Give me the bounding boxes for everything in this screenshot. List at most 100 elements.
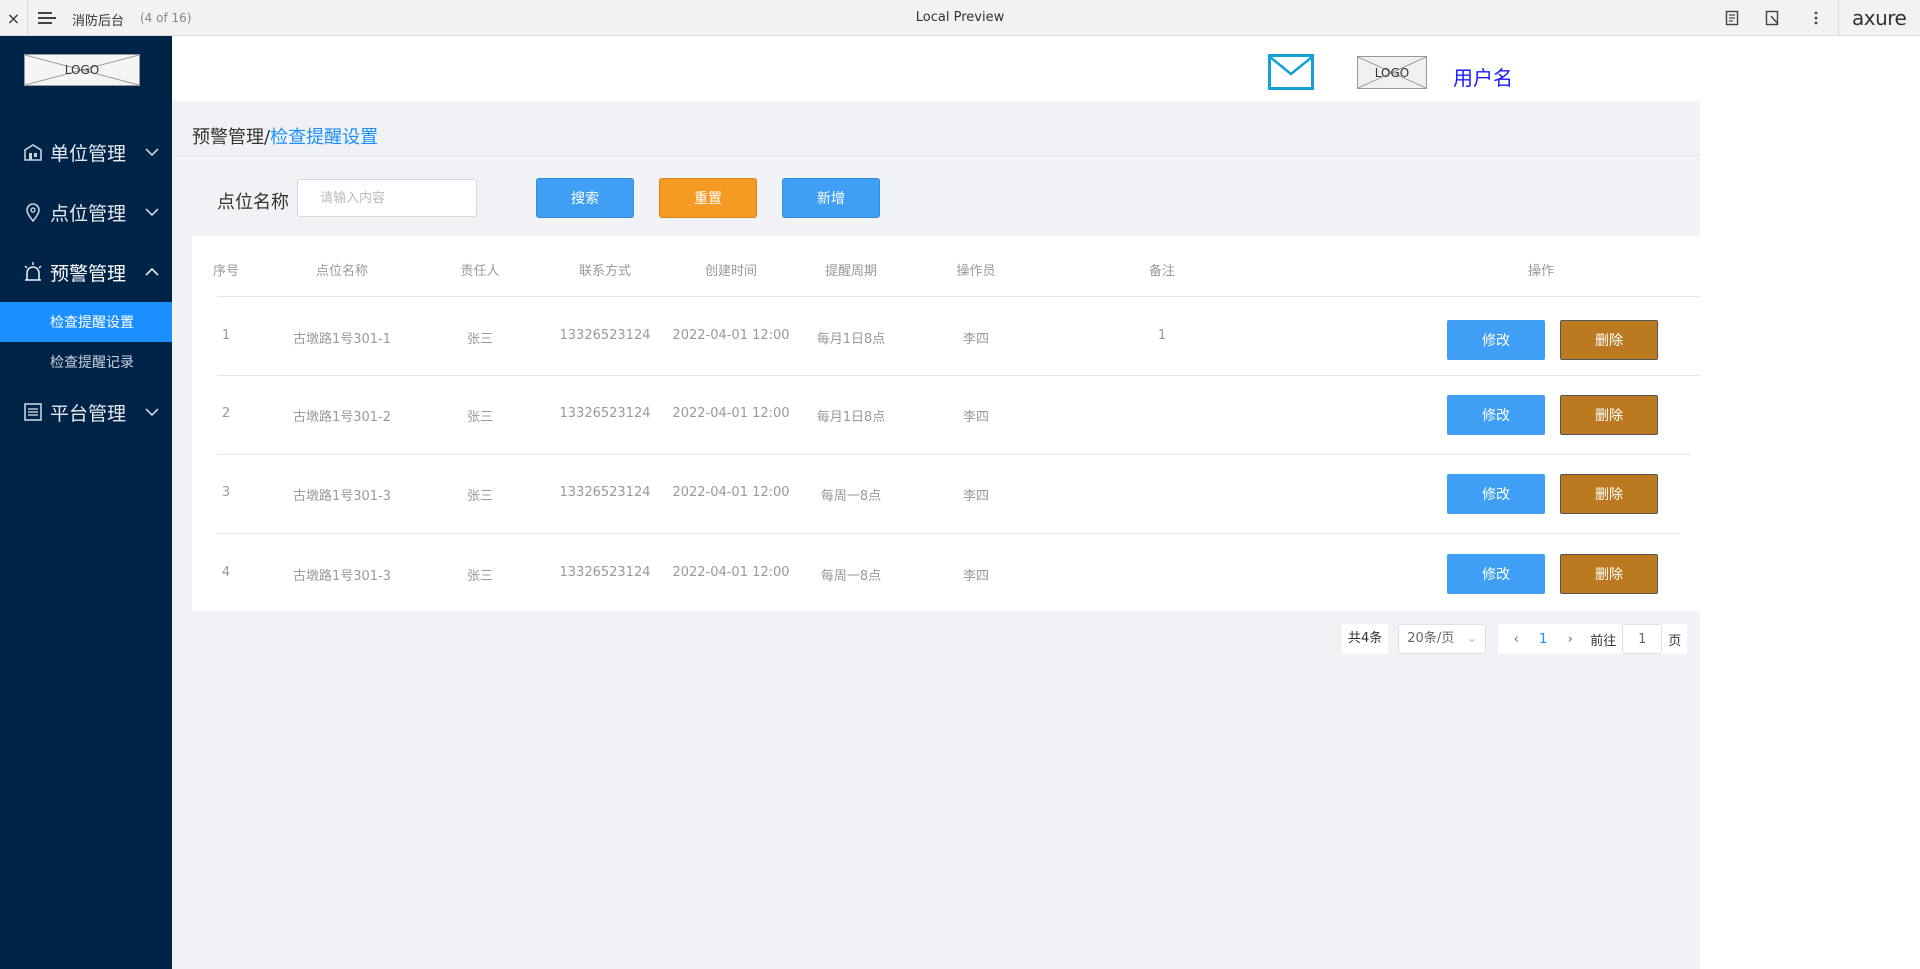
cell-operator: 李四	[962, 569, 990, 584]
cell-owner: 张三	[466, 332, 494, 347]
column-header: 点位名称	[315, 264, 369, 279]
search-button[interactable]: 搜索	[536, 178, 634, 218]
cell-operator: 李四	[962, 410, 990, 425]
alarm-icon	[24, 262, 42, 281]
cell-created: 2022-04-01 12:00	[672, 485, 790, 500]
logo-text: LOGO	[64, 63, 100, 77]
next-page-button[interactable]: ›	[1558, 632, 1582, 647]
cell-operator: 李四	[962, 489, 990, 504]
cell-point-name: 古墩路1号301-3	[292, 569, 392, 584]
cell-created: 2022-04-01 12:00	[672, 565, 790, 580]
column-header: 责任人	[460, 264, 500, 279]
cell-owner: 张三	[466, 489, 494, 504]
cell-owner: 张三	[466, 569, 494, 584]
chevron-down-icon: ⌄	[1466, 631, 1478, 646]
axure-logo: axure	[1852, 6, 1907, 30]
sidebar-item-warning-management[interactable]: 预警管理	[0, 252, 172, 292]
cell-contact: 13326523124	[559, 485, 651, 500]
column-header: 序号	[212, 264, 240, 279]
page-number-current[interactable]: 1	[1528, 632, 1558, 647]
goto-page-input[interactable]	[1622, 624, 1663, 654]
data-table: 序号 点位名称 责任人 联系方式 创建时间 提醒周期 操作员 备注 操作 1 古…	[192, 236, 1700, 611]
chevron-up-icon	[145, 267, 159, 276]
breadcrumb-parent[interactable]: 预警管理	[192, 127, 264, 148]
cell-cycle: 每月1日8点	[816, 332, 886, 347]
page-size-select[interactable]: 20条/页 ⌄	[1398, 624, 1487, 654]
table-row: 2 古墩路1号301-2 张三 13326523124 2022-04-01 1…	[192, 375, 1700, 453]
list-icon	[24, 403, 42, 421]
sidebar-subitem-label: 检查提醒设置	[50, 315, 134, 331]
delete-button[interactable]: 删除	[1560, 395, 1658, 435]
cell-remark: 1	[1157, 328, 1167, 343]
sidebar-item-label: 单位管理	[50, 142, 127, 165]
cell-owner: 张三	[466, 410, 494, 425]
page-count: (4 of 16)	[140, 11, 192, 25]
breadcrumb-current: 检查提醒设置	[270, 127, 379, 148]
sidebar-item-label: 预警管理	[50, 262, 127, 285]
location-pin-icon	[26, 203, 40, 223]
sidebar: LOGO 单位管理 点位管理 预警管理 检查提醒设置 检查提醒记录 平台管理	[0, 36, 172, 969]
delete-button[interactable]: 删除	[1560, 554, 1658, 594]
logo-text: LOGO	[1374, 65, 1410, 80]
username-link[interactable]: 用户名	[1453, 62, 1513, 91]
cell-created: 2022-04-01 12:00	[672, 328, 790, 343]
user-logo: LOGO	[1357, 56, 1427, 89]
mail-icon[interactable]	[1268, 54, 1314, 90]
cell-index: 4	[221, 565, 231, 580]
add-button[interactable]: 新增	[782, 178, 880, 218]
delete-button[interactable]: 删除	[1560, 320, 1658, 360]
inspect-icon[interactable]	[1763, 8, 1783, 28]
building-icon	[24, 144, 42, 161]
column-header: 操作	[1527, 264, 1555, 279]
column-header: 创建时间	[704, 264, 758, 279]
page-navigator: ‹ 1 › 前往 页	[1498, 624, 1688, 654]
project-name: 消防后台	[72, 14, 125, 29]
cell-index: 3	[221, 485, 231, 500]
chevron-down-icon	[145, 408, 159, 417]
cell-cycle: 每月1日8点	[816, 410, 886, 425]
cell-contact: 13326523124	[559, 328, 651, 343]
sidebar-logo: LOGO	[24, 54, 140, 86]
chevron-down-icon	[145, 148, 159, 157]
column-header: 提醒周期	[824, 264, 878, 279]
pagination: 共4条 20条/页 ⌄ ‹ 1 › 前往 页	[1342, 624, 1688, 654]
edit-button[interactable]: 修改	[1447, 474, 1545, 514]
point-name-input[interactable]	[297, 179, 477, 217]
sidebar-item-label: 平台管理	[50, 402, 127, 425]
pagination-total: 共4条	[1342, 624, 1389, 654]
sidebar-item-point-management[interactable]: 点位管理	[0, 192, 172, 232]
breadcrumb: 预警管理/检查提醒设置	[192, 123, 378, 149]
prev-page-button[interactable]: ‹	[1504, 632, 1528, 647]
close-button[interactable]: ×	[0, 0, 28, 36]
sidebar-item-unit-management[interactable]: 单位管理	[0, 132, 172, 172]
edit-button[interactable]: 修改	[1447, 320, 1545, 360]
edit-button[interactable]: 修改	[1447, 395, 1545, 435]
table-row: 1 古墩路1号301-1 张三 13326523124 2022-04-01 1…	[192, 296, 1700, 374]
close-icon: ×	[6, 8, 21, 28]
sidebar-item-label: 点位管理	[50, 202, 127, 225]
more-options-icon[interactable]	[1806, 8, 1826, 28]
goto-label: 前往	[1590, 633, 1617, 649]
notes-icon[interactable]	[1722, 8, 1742, 28]
preview-toolbar: × 消防后台 (4 of 16) Local Preview axure	[0, 0, 1920, 36]
table-row: 3 古墩路1号301-3 张三 13326523124 2022-04-01 1…	[192, 454, 1700, 532]
column-header: 备注	[1148, 264, 1176, 279]
edit-button[interactable]: 修改	[1447, 554, 1545, 594]
main-content: 预警管理/检查提醒设置 点位名称 搜索 重置 新增 序号 点位名称 责任人 联系…	[172, 101, 1700, 969]
divider	[172, 155, 1700, 156]
cell-created: 2022-04-01 12:00	[672, 406, 790, 421]
sidebar-subitem-check-reminder-settings[interactable]: 检查提醒设置	[0, 302, 172, 342]
reset-button[interactable]: 重置	[659, 178, 757, 218]
preview-title: Local Preview	[915, 10, 1005, 25]
sidebar-subitem-label: 检查提醒记录	[50, 355, 134, 371]
table-row: 4 古墩路1号301-3 张三 13326523124 2022-04-01 1…	[192, 533, 1700, 611]
page-suffix: 页	[1668, 633, 1682, 649]
sidebar-subitem-check-reminder-records[interactable]: 检查提醒记录	[0, 342, 172, 382]
chevron-down-icon	[145, 208, 159, 217]
hamburger-menu-icon[interactable]	[38, 9, 62, 27]
sidebar-item-platform-management[interactable]: 平台管理	[0, 392, 172, 432]
cell-operator: 李四	[962, 332, 990, 347]
cell-contact: 13326523124	[559, 406, 651, 421]
cell-cycle: 每周一8点	[820, 489, 882, 504]
delete-button[interactable]: 删除	[1560, 474, 1658, 514]
